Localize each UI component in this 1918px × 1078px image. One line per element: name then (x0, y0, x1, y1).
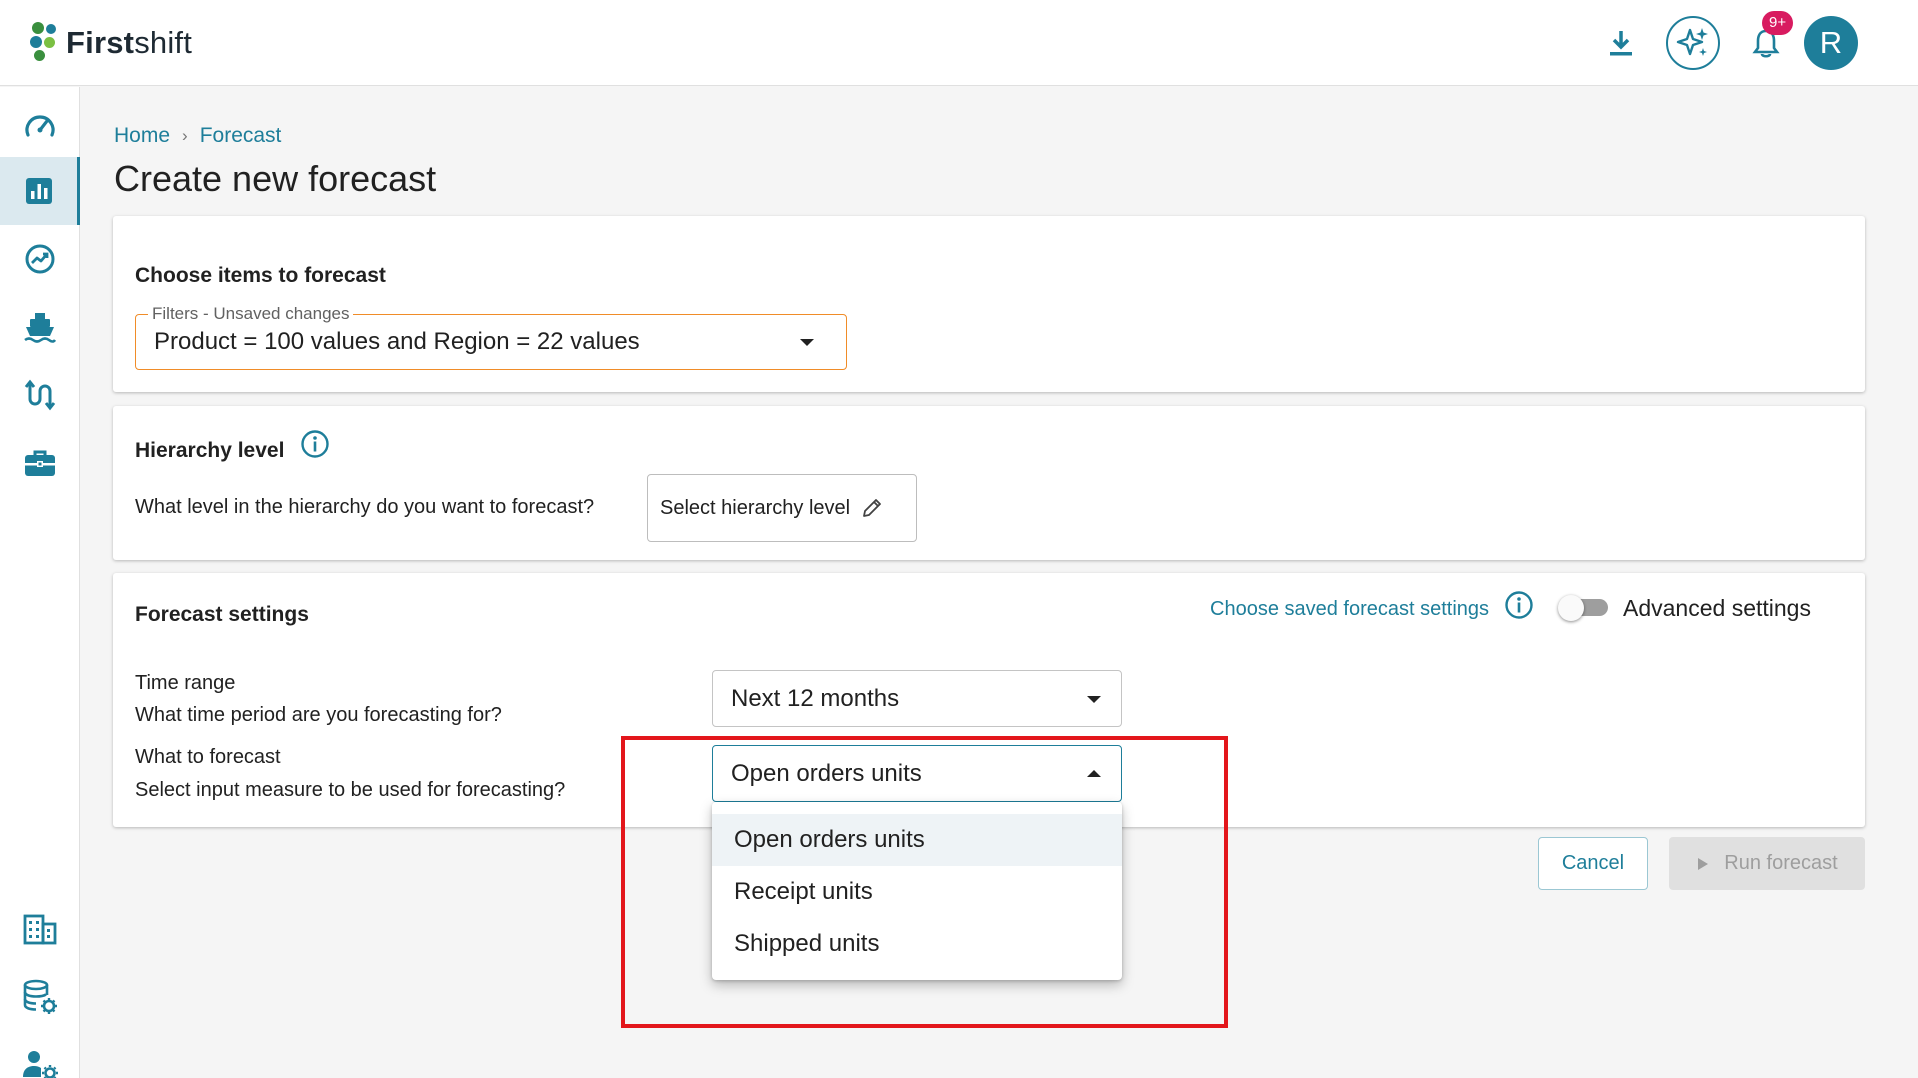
sidebar (0, 87, 80, 1078)
ship-icon (24, 313, 57, 343)
select-hierarchy-level-button[interactable]: Select hierarchy level (647, 474, 917, 542)
database-settings-icon (23, 979, 57, 1014)
select-hierarchy-level-label: Select hierarchy level (660, 496, 851, 519)
speedometer-icon (25, 115, 55, 137)
caret-down-icon (1087, 696, 1101, 703)
firstshift-logo[interactable]: Firstshift (30, 22, 192, 64)
bar-chart-icon (25, 178, 52, 204)
advanced-settings-label: Advanced settings (1623, 595, 1811, 621)
time-range-help: What time period are you forecasting for… (135, 704, 502, 726)
notifications-button[interactable]: 9+ (1744, 11, 1794, 65)
sidebar-item-user-settings[interactable] (0, 1031, 80, 1078)
choose-items-title: Choose items to forecast (135, 264, 386, 287)
sidebar-item-trends[interactable] (0, 225, 80, 293)
menu-option-shipped-units[interactable]: Shipped units (712, 918, 1122, 970)
filters-value: Product = 100 values and Region = 22 val… (154, 328, 640, 355)
forecast-settings-card: Forecast settings Choose saved forecast … (113, 573, 1865, 827)
breadcrumb-separator: › (182, 126, 188, 145)
time-range-select[interactable]: Next 12 months (712, 670, 1122, 727)
cancel-button[interactable]: Cancel (1538, 837, 1648, 890)
sparkle-icon (1676, 28, 1708, 56)
header-actions: 9+ R (1601, 11, 1858, 72)
filters-legend: Filters - Unsaved changes (148, 304, 354, 324)
what-to-forecast-help: Select input measure to be used for fore… (135, 779, 566, 801)
info-icon[interactable] (300, 429, 330, 459)
sidebar-item-dashboard[interactable] (0, 91, 80, 159)
breadcrumb-forecast-link[interactable]: Forecast (200, 124, 282, 148)
caret-up-icon (1087, 770, 1101, 777)
run-forecast-button[interactable]: Run forecast (1669, 837, 1865, 890)
user-avatar[interactable]: R (1804, 16, 1858, 70)
logo-text-regular: shift (134, 25, 193, 60)
filters-dropdown[interactable]: Filters - Unsaved changes Product = 100 … (135, 304, 847, 370)
sidebar-item-organization[interactable] (0, 895, 80, 963)
notification-badge: 9+ (1762, 11, 1794, 35)
user-settings-icon (23, 1051, 58, 1078)
what-to-forecast-menu: Open orders units Receipt units Shipped … (712, 802, 1122, 980)
trend-line-icon (25, 244, 55, 274)
logo-text: Firstshift (66, 25, 192, 61)
briefcase-icon (25, 450, 55, 476)
sidebar-item-shipments[interactable] (0, 293, 80, 361)
caret-down-icon (800, 339, 814, 346)
top-bar: Firstshift 9+ R (0, 0, 1918, 86)
sidebar-item-flows[interactable] (0, 361, 80, 429)
choose-items-card: Choose items to forecast Filters - Unsav… (113, 216, 1865, 392)
pencil-icon (863, 499, 881, 517)
page-title: Create new forecast (114, 158, 437, 199)
menu-option-receipt-units[interactable]: Receipt units (712, 866, 1122, 918)
hierarchy-question: What level in the hierarchy do you want … (135, 496, 595, 518)
info-icon[interactable] (1504, 590, 1534, 620)
toggle-thumb (1558, 595, 1584, 621)
logo-mark-icon (30, 22, 60, 64)
what-to-forecast-value: Open orders units (731, 760, 922, 787)
forecast-settings-title: Forecast settings (135, 603, 309, 626)
breadcrumb-home-link[interactable]: Home (114, 124, 170, 148)
menu-option-open-orders-units[interactable]: Open orders units (712, 814, 1122, 866)
what-to-forecast-label: What to forecast (135, 746, 281, 768)
flow-arrows-icon (24, 379, 56, 411)
time-range-label: Time range (135, 672, 236, 694)
hierarchy-level-title: Hierarchy level (135, 439, 285, 462)
download-button[interactable] (1601, 23, 1641, 63)
choose-saved-settings-link[interactable]: Choose saved forecast settings (1210, 598, 1489, 621)
sidebar-item-portfolio[interactable] (0, 429, 80, 497)
logo-text-bold: First (66, 25, 135, 60)
ai-assistant-button[interactable] (1666, 16, 1720, 70)
sidebar-item-forecast[interactable] (0, 157, 80, 225)
what-to-forecast-select[interactable]: Open orders units (712, 745, 1122, 802)
sidebar-item-data-settings[interactable] (0, 963, 80, 1031)
advanced-settings-toggle[interactable] (1558, 595, 1610, 621)
building-icon (23, 914, 57, 945)
time-range-value: Next 12 months (731, 685, 900, 712)
hierarchy-level-card: Hierarchy level What level in the hierar… (113, 406, 1865, 560)
play-icon (1698, 857, 1709, 870)
run-forecast-label: Run forecast (1724, 852, 1838, 874)
download-icon (1610, 31, 1632, 56)
breadcrumb: Home › Forecast (114, 124, 281, 148)
